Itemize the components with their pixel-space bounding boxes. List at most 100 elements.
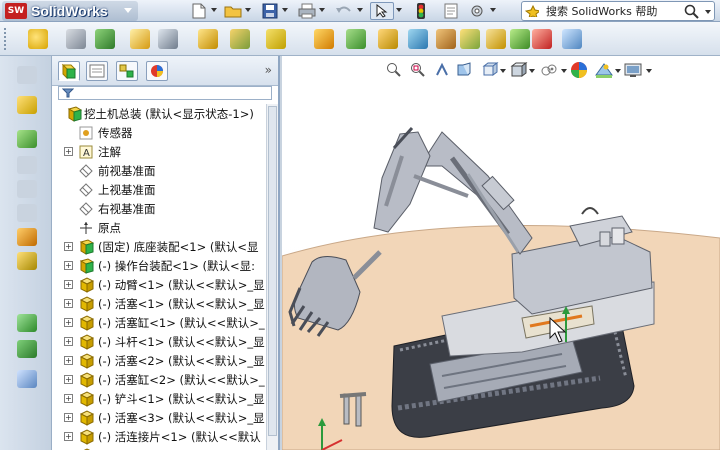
loft-icon[interactable] [17, 180, 37, 198]
filter-funnel-icon [62, 88, 74, 98]
expand-toggle[interactable]: + [64, 242, 73, 251]
tree-root-assembly[interactable]: 挖土机总装 (默认<显示状态-1>) [52, 104, 268, 123]
new-document-button[interactable] [188, 2, 210, 20]
expand-toggle[interactable]: + [64, 356, 73, 365]
tree-item[interactable]: + (-) 斗杆<1> (默认<<默认>_显 [52, 332, 268, 351]
ruler-measure-icon[interactable] [562, 29, 582, 49]
revolve-icon[interactable] [17, 130, 37, 148]
propertymanager-tab[interactable] [86, 61, 108, 81]
tree-item[interactable]: + (-) 活塞<2> (默认<<默认>_显 [52, 351, 268, 370]
smart-fasteners-icon[interactable] [130, 29, 150, 49]
bill-of-materials-icon[interactable] [346, 29, 366, 49]
expand-toggle[interactable]: + [64, 299, 73, 308]
fillet-icon[interactable] [17, 204, 37, 222]
assembly-features-icon[interactable] [230, 29, 250, 49]
tree-item[interactable]: 上视基准面 [52, 180, 268, 199]
more-tabs-chevron[interactable]: » [265, 63, 272, 77]
mate-icon[interactable] [66, 29, 86, 49]
feature-tree-scrollbar[interactable] [266, 104, 278, 450]
graphics-area[interactable] [282, 56, 720, 450]
feature-filter-field[interactable] [58, 86, 272, 100]
featuremanager-tab[interactable] [58, 61, 80, 81]
feature-manager-panel: » 挖土机总装 (默认<显示状态-1>) 传感器 + A 注解 前视基准面 上视基准面 右视基… [52, 56, 280, 450]
tree-item[interactable]: + (-) 铲斗<1> (默认<<默认>_显 [52, 389, 268, 408]
tree-item[interactable]: + (-) 操作台装配<1> (默认<显: [52, 256, 268, 275]
select-dropdown-arrow[interactable] [396, 8, 402, 12]
reference-geometry-icon[interactable] [266, 29, 286, 49]
options-button[interactable] [466, 2, 488, 20]
draft-icon[interactable] [17, 252, 37, 270]
expand-toggle[interactable]: + [64, 337, 73, 346]
instant-3d-icon[interactable] [510, 29, 530, 49]
interference-detection-icon[interactable] [436, 29, 456, 49]
save-dropdown-arrow[interactable] [282, 8, 288, 12]
tree-item[interactable]: 前视基准面 [52, 161, 268, 180]
tree-item[interactable]: + (-) 活塞缸<1> (默认<<默认>_ [52, 313, 268, 332]
move-component-icon[interactable] [158, 29, 178, 49]
left-vertical-toolbar [0, 56, 52, 450]
clearance-verification-icon[interactable] [460, 29, 480, 49]
open-dropdown-arrow[interactable] [245, 8, 251, 12]
explode-line-sketch-icon[interactable] [408, 29, 428, 49]
hole-alignment-icon[interactable] [486, 29, 506, 49]
command-manager-toolbar [0, 22, 720, 56]
part-icon [78, 429, 95, 445]
search-icon[interactable] [684, 4, 700, 20]
excavator-3d-model[interactable] [282, 56, 720, 450]
curve-icon[interactable] [17, 340, 37, 358]
rebuild-button[interactable] [410, 2, 432, 20]
sensor-icon [78, 125, 94, 141]
shell-icon[interactable] [17, 228, 37, 246]
expand-toggle[interactable]: + [64, 280, 73, 289]
expand-toggle[interactable]: + [64, 147, 73, 156]
expand-toggle[interactable]: + [64, 261, 73, 270]
configurationmanager-tab[interactable] [116, 61, 138, 81]
display-manager-tab[interactable] [146, 61, 168, 81]
sweep-icon[interactable] [17, 156, 37, 174]
tree-item[interactable]: + (-) 活塞<1> (默认<<默认>_显 [52, 294, 268, 313]
expand-toggle[interactable]: + [64, 318, 73, 327]
expand-toggle[interactable]: + [64, 413, 73, 422]
toolbar-grip[interactable] [4, 28, 7, 50]
reference-plane-icon[interactable] [17, 370, 37, 388]
tree-item[interactable]: +(-) 活塞缸<3> (默认<<默认>_ [52, 446, 268, 450]
dimension-icon[interactable] [17, 314, 37, 332]
tree-item[interactable]: + (固定) 底座装配<1> (默认<显 [52, 237, 268, 256]
tree-item-label: 原点 [98, 221, 121, 235]
file-properties-icon [444, 3, 458, 19]
help-search-box[interactable]: 搜索 SolidWorks 帮助 [521, 1, 715, 21]
expand-toggle[interactable]: + [64, 394, 73, 403]
tree-item[interactable]: + (-) 活塞<3> (默认<<默认>_显 [52, 408, 268, 427]
tree-item[interactable]: 右视基准面 [52, 199, 268, 218]
tree-item[interactable]: + (-) 活塞缸<2> (默认<<默认>_ [52, 370, 268, 389]
save-button[interactable] [259, 2, 281, 20]
tree-item[interactable]: + (-) 动臂<1> (默认<<默认>_显 [52, 275, 268, 294]
options-dropdown-arrow[interactable] [490, 8, 496, 12]
expand-toggle[interactable]: + [64, 432, 73, 441]
select-arrow-icon [376, 4, 388, 18]
scrollbar-thumb[interactable] [268, 106, 277, 436]
extrude-icon[interactable] [17, 96, 37, 114]
expand-toggle[interactable]: + [64, 375, 73, 384]
new-dropdown-arrow[interactable] [211, 8, 217, 12]
sketch-tool-icon[interactable] [17, 66, 37, 84]
select-button[interactable] [370, 2, 394, 20]
search-dropdown-arrow[interactable] [705, 10, 711, 14]
undo-button[interactable] [333, 2, 355, 20]
tree-item[interactable]: + (-) 活连接片<1> (默认<<默认 [52, 427, 268, 446]
exploded-view-icon[interactable] [378, 29, 398, 49]
undo-dropdown-arrow[interactable] [357, 8, 363, 12]
linear-pattern-icon[interactable] [95, 29, 115, 49]
print-button[interactable] [296, 2, 318, 20]
file-properties-button[interactable] [440, 2, 462, 20]
tree-item[interactable]: + A 注解 [52, 142, 268, 161]
solidworks-logo-menu[interactable]: SW SolidWorks [2, 1, 138, 21]
tree-item[interactable]: 传感器 [52, 123, 268, 142]
new-motion-study-icon[interactable] [314, 29, 334, 49]
open-button[interactable] [222, 2, 244, 20]
tree-item[interactable]: 原点 [52, 218, 268, 237]
print-dropdown-arrow[interactable] [319, 8, 325, 12]
large-assembly-mode-icon[interactable] [532, 29, 552, 49]
show-hidden-components-icon[interactable] [198, 29, 218, 49]
insert-component-icon[interactable] [28, 29, 48, 49]
